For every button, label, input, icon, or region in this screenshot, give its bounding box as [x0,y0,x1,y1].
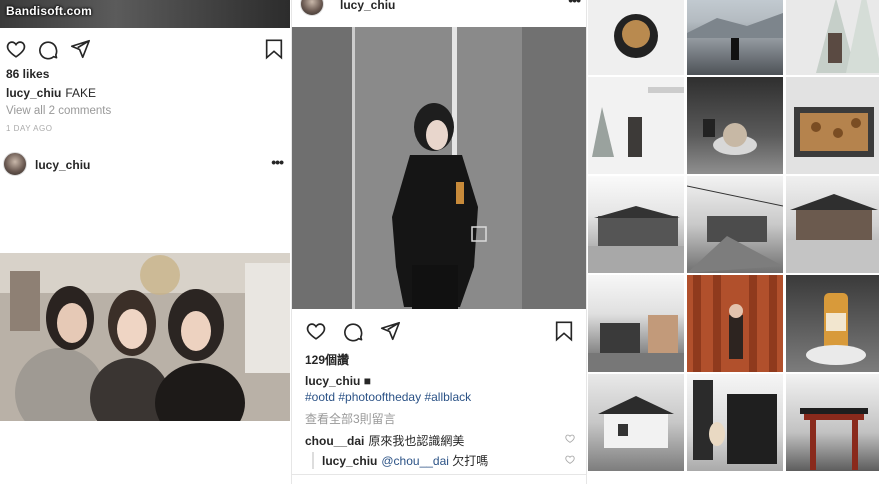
post-photo[interactable] [292,27,586,309]
comment-mention[interactable]: @chou__dai [381,454,449,468]
grid-photo[interactable] [588,0,684,75]
view-all-comments-link[interactable]: 查看全部3則留言 [305,410,396,427]
grid-photo[interactable] [687,176,783,273]
comment-reply: lucy_chiu @chou__dai 欠打嗎 [312,452,580,469]
comment-username[interactable]: lucy_chiu [322,454,377,468]
post-header: lucy_chiu ••• [300,0,581,16]
avatar[interactable] [3,152,27,176]
comment-icon[interactable] [342,320,364,342]
profile-photo-grid [588,0,879,484]
group-photo-illustration [0,253,290,421]
next-post-username[interactable]: lucy_chiu [35,158,90,172]
comment-text: 欠打嗎 [452,454,489,468]
grid-photo[interactable] [687,275,783,372]
bookmark-icon[interactable] [263,38,285,60]
post-actions [305,320,577,344]
comment-item: chou__dai 原來我也認識網美 [305,432,580,449]
heart-icon[interactable] [305,320,327,342]
like-count[interactable]: 86 likes [6,67,49,81]
grid-photo[interactable] [588,374,684,471]
grid-photo[interactable] [786,374,879,471]
next-post-header: lucy_chiu ••• [3,152,287,178]
heart-icon[interactable] [5,38,27,60]
bookmark-icon[interactable] [553,320,575,342]
more-icon[interactable]: ••• [271,154,284,170]
watermark: Bandisoft.com [6,4,92,18]
grid-photo[interactable] [786,176,879,273]
grid-photo[interactable] [786,275,879,372]
grid-photo[interactable] [687,0,783,75]
post-timestamp: 1 DAY AGO [6,124,53,133]
grid-photo[interactable] [786,0,879,75]
more-icon[interactable]: ••• [568,0,581,8]
center-post-panel: lucy_chiu ••• 129個讚 lucy_chiu ■ #ootd #p… [291,0,587,484]
caption-hashtags[interactable]: #ootd #photooftheday #allblack [305,390,471,404]
left-post-actions [5,38,285,62]
bottom-nav-bar [292,474,586,484]
grid-photo[interactable] [588,176,684,273]
share-icon[interactable] [69,38,91,60]
grid-photo[interactable] [687,374,783,471]
caption-username[interactable]: lucy_chiu [305,374,360,388]
grid-photo[interactable] [588,275,684,372]
post-caption: lucy_chiu ■ [305,374,371,388]
reply-thread-line: lucy_chiu @chou__dai 欠打嗎 [312,452,580,469]
caption-text: FAKE [65,86,97,100]
caption-text: ■ [363,374,371,388]
comment-username[interactable]: chou__dai [305,434,364,448]
share-icon[interactable] [379,320,401,342]
comment-text: 原來我也認識網美 [368,434,465,448]
heart-icon[interactable] [564,433,576,444]
grid-photo[interactable] [786,77,879,174]
grid-photo[interactable] [588,77,684,174]
comment-icon[interactable] [37,38,59,60]
post-caption: lucy_chiu FAKE [6,86,96,100]
post-username[interactable]: lucy_chiu [340,0,395,12]
caption-username[interactable]: lucy_chiu [6,86,61,100]
screen: Bandisoft.com 86 likes lucy_chiu FAKE Vie… [0,0,879,484]
left-feed-panel: Bandisoft.com 86 likes lucy_chiu FAKE Vie… [0,0,290,484]
grid-photo[interactable] [687,77,783,174]
avatar[interactable] [300,0,324,16]
like-count[interactable]: 129個讚 [305,351,349,368]
next-post-photo[interactable] [0,253,290,421]
post-photo-illustration [292,27,586,309]
heart-icon[interactable] [564,454,576,465]
view-all-comments-link[interactable]: View all 2 comments [6,105,111,117]
